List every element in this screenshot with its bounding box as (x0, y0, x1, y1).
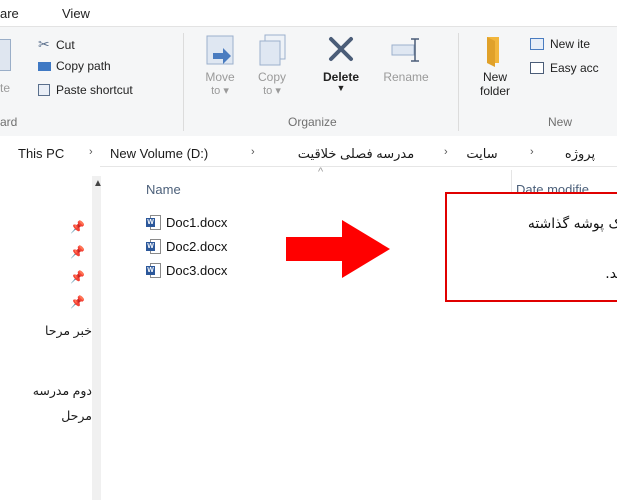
ribbon-divider (183, 33, 184, 131)
pin-icon[interactable]: 📌 (70, 245, 85, 259)
new-folder-button[interactable]: New folder (470, 33, 520, 98)
column-divider[interactable] (511, 170, 512, 192)
clipboard-group-label: ard (0, 115, 18, 129)
breadcrumb-volume[interactable]: New Volume (D:) (110, 146, 208, 161)
file-name: Doc2.docx (166, 238, 228, 254)
sort-indicator-icon: ^ (318, 166, 324, 178)
chevron-down-icon: ▼ (336, 83, 346, 93)
folder-icon (487, 37, 499, 67)
pin-icon[interactable]: 📌 (70, 270, 85, 284)
paste-icon[interactable] (0, 39, 11, 71)
menu-view[interactable]: View (62, 6, 90, 21)
new-item-icon (530, 38, 544, 50)
annotation-line-1: ک پوشه گذاشته (527, 216, 617, 232)
new-item-button[interactable]: New ite (530, 37, 590, 51)
word-document-icon: W (146, 262, 161, 278)
breadcrumb-site-folder[interactable]: سایت (462, 146, 502, 162)
breadcrumb-school-folder[interactable]: مدرسه فصلی خلاقیت (272, 146, 440, 162)
cut-button[interactable]: ✂ Cut (38, 36, 75, 53)
annotation-callout: ک پوشه گذاشته ند. (445, 192, 617, 302)
copy-to-icon (259, 34, 286, 66)
organize-group-label: Organize (288, 115, 337, 129)
paste-button-label[interactable]: te (0, 81, 10, 95)
copy-path-icon (38, 61, 51, 71)
word-document-icon: W (146, 214, 161, 230)
file-row[interactable]: W Doc2.docx (146, 235, 227, 257)
ribbon-divider (458, 33, 459, 131)
delete-button[interactable]: Delete ▼ (316, 33, 366, 93)
annotation-line-2: ند. (605, 266, 617, 282)
rename-icon (391, 38, 419, 62)
breadcrumb-chevron-icon[interactable]: › (251, 146, 255, 158)
menu-share[interactable]: are (0, 6, 19, 21)
copy-to-button[interactable]: Copy to ▾ (252, 33, 292, 97)
pin-icon[interactable]: 📌 (70, 220, 85, 234)
file-row[interactable]: W Doc3.docx (146, 259, 227, 281)
nav-item[interactable]: خبر مرحا (0, 323, 92, 338)
easy-access-icon (530, 62, 544, 74)
nav-item[interactable]: مرحل (0, 408, 92, 423)
file-row[interactable]: W Doc1.docx (146, 211, 227, 233)
file-name: Doc1.docx (166, 214, 228, 230)
word-document-icon: W (146, 238, 161, 254)
column-header-name[interactable]: Name (146, 182, 181, 197)
easy-access-button[interactable]: Easy acc (530, 61, 599, 75)
ribbon: te ✂ Cut Copy path Paste shortcut ard Mo… (0, 26, 617, 138)
delete-x-icon (329, 37, 353, 61)
file-name: Doc3.docx (166, 262, 228, 278)
address-bar[interactable]: This PC › New Volume (D:) › مدرسه فصلی خ… (0, 136, 617, 167)
scissors-icon: ✂ (38, 36, 50, 52)
new-group-label: New (548, 115, 573, 129)
move-to-button[interactable]: Move to ▾ (200, 33, 240, 97)
nav-scrollbar[interactable] (92, 176, 101, 500)
nav-item[interactable]: دوم مدرسه (0, 383, 92, 398)
breadcrumb-chevron-icon[interactable]: › (530, 146, 534, 158)
move-to-icon (206, 35, 234, 65)
paste-shortcut-button[interactable]: Paste shortcut (38, 83, 133, 97)
breadcrumb-chevron-icon[interactable]: › (89, 146, 93, 158)
rename-button[interactable]: Rename (380, 33, 432, 84)
breadcrumb-chevron-icon[interactable]: › (444, 146, 448, 158)
pin-icon[interactable]: 📌 (70, 295, 85, 309)
red-arrow-icon (286, 220, 390, 278)
scroll-up-icon[interactable]: ▲ (93, 178, 103, 189)
breadcrumb-project-folder[interactable]: پروژه (555, 146, 605, 162)
paste-shortcut-icon (38, 84, 50, 96)
breadcrumb-this-pc[interactable]: This PC (18, 146, 64, 161)
menu-bar: are View (0, 0, 617, 26)
copy-path-button[interactable]: Copy path (38, 59, 111, 73)
